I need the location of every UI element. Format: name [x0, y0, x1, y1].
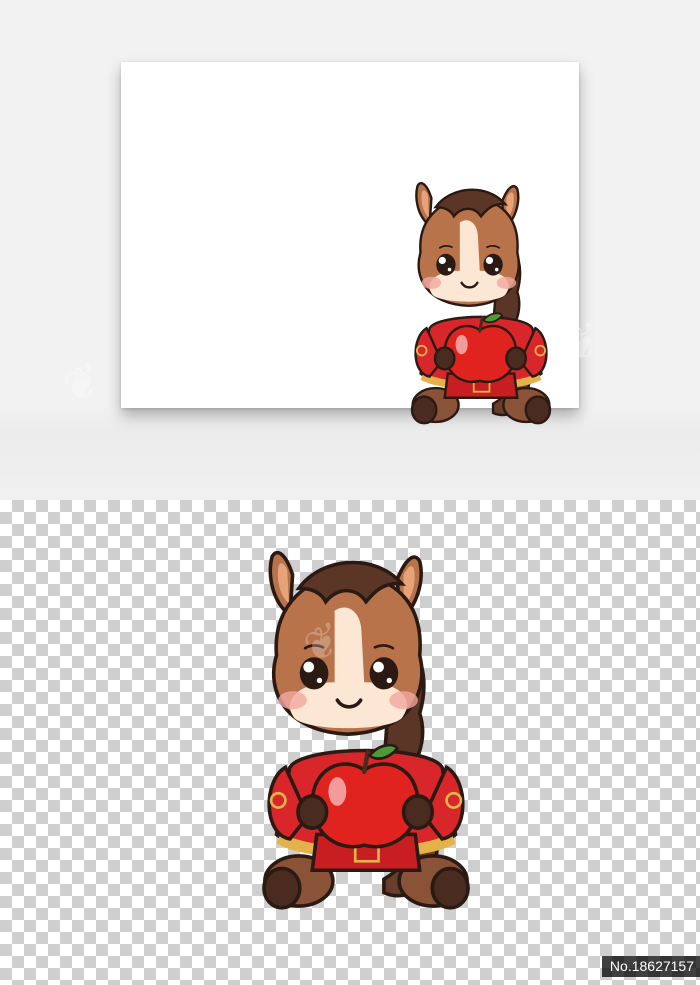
image-id-tag: No.18627157 [601, 956, 700, 977]
watermark-mark: ❦ [50, 354, 107, 417]
mockup-card [121, 62, 579, 425]
pony-illustration-icon [233, 548, 499, 915]
pony-illustration-icon [410, 181, 552, 425]
mockup-background: ❦ ❦ [0, 0, 700, 500]
